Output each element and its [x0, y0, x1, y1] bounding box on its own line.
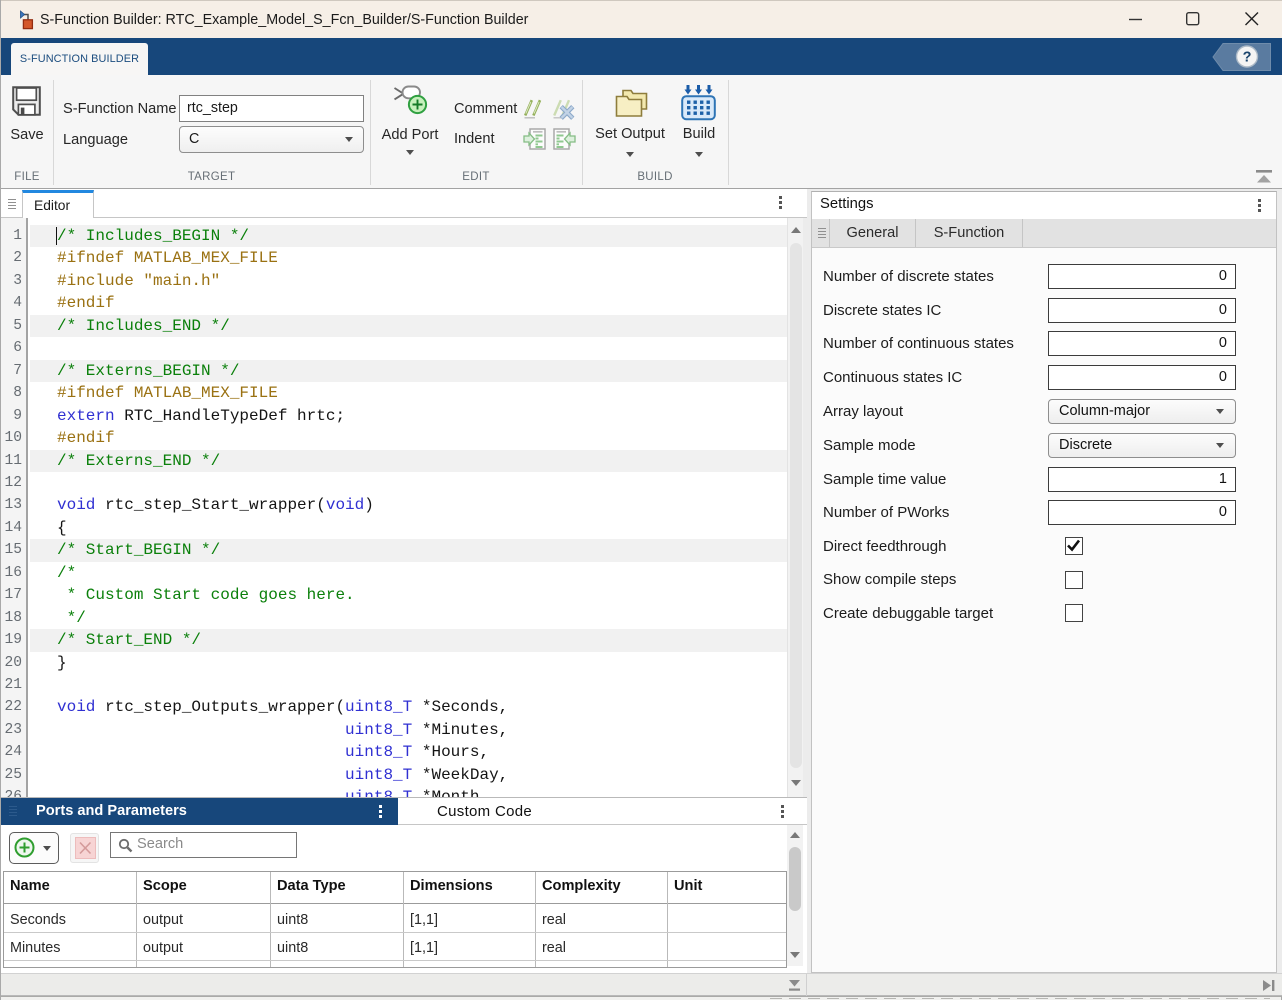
svg-text:?: ? — [1243, 50, 1252, 66]
